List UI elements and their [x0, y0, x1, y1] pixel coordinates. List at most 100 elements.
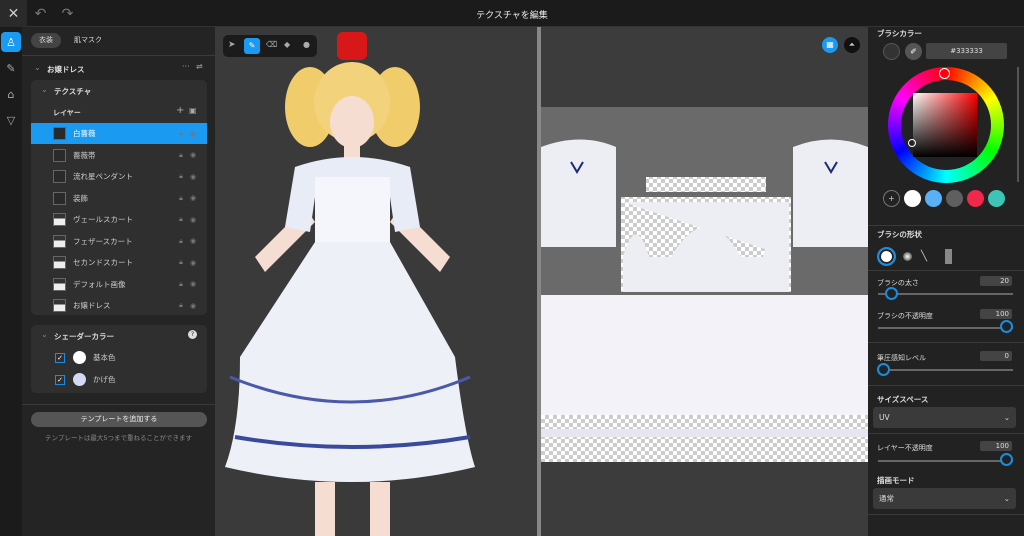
- lock-icon[interactable]: 🔒︎: [175, 280, 187, 289]
- saturation-value-square[interactable]: [913, 93, 977, 157]
- add-swatch-button[interactable]: +: [883, 190, 900, 207]
- layer-row[interactable]: 白薔薇 🔒︎ ◉: [31, 123, 207, 144]
- round-brush-icon[interactable]: [877, 247, 896, 266]
- tab-skin-mask[interactable]: 肌マスク: [66, 33, 110, 48]
- size-space-select[interactable]: UV ⌄: [873, 407, 1016, 428]
- checkbox[interactable]: ✓: [55, 374, 65, 385]
- brush-size-slider[interactable]: [878, 293, 1013, 295]
- layer-row[interactable]: 流れ星ペンダント 🔒︎ ◉: [31, 166, 207, 187]
- 3d-viewport[interactable]: ➤ ✎ ⌫ ◆ ●: [215, 27, 537, 536]
- lock-icon[interactable]: 🔒︎: [175, 172, 187, 181]
- eye-icon[interactable]: ◉: [187, 259, 199, 267]
- eye-icon[interactable]: ◉: [187, 151, 199, 159]
- color-handle[interactable]: [908, 139, 916, 147]
- layer-row[interactable]: デフォルト画像 🔒︎ ◉: [31, 274, 207, 295]
- uv-viewport[interactable]: ▦ ⏶: [541, 27, 868, 536]
- pressure-value[interactable]: 0: [980, 351, 1012, 361]
- pressure-handle[interactable]: [877, 363, 890, 376]
- accessory-icon[interactable]: ▽: [1, 110, 21, 130]
- hue-handle[interactable]: [939, 68, 950, 79]
- texture-brush-icon[interactable]: [945, 249, 952, 264]
- chevron-down-icon[interactable]: ⌄: [41, 330, 48, 339]
- outfit-icon[interactable]: ♙: [1, 32, 21, 52]
- layer-row[interactable]: お嬢ドレス 🔒︎ ◉: [31, 295, 207, 316]
- eyedropper-icon[interactable]: ✐: [905, 43, 922, 60]
- lock-icon[interactable]: 🔒︎: [175, 151, 187, 160]
- shader-color-label: かげ色: [93, 375, 116, 384]
- checkbox[interactable]: ✓: [55, 352, 65, 363]
- chevron-down-icon[interactable]: ⌄: [34, 63, 41, 72]
- brush-color-label: ブラシカラー: [877, 29, 922, 38]
- brush-panel: ブラシカラー ✐ #333333 + ブラシの形状 ╲ ブラシの太さ 20 ブラ…: [868, 27, 1024, 536]
- layer-thumbnail: [53, 234, 66, 248]
- layer-thumbnail: [53, 170, 66, 183]
- layer-name: セカンドスカート: [73, 258, 133, 267]
- pressure-slider[interactable]: [878, 369, 1013, 371]
- layer-row[interactable]: 薔薇帯 🔒︎ ◉: [31, 145, 207, 166]
- add-template-button[interactable]: テンプレートを追加する: [31, 412, 207, 427]
- add-layer-icon[interactable]: +: [176, 105, 184, 116]
- lock-icon[interactable]: 🔒︎: [175, 258, 187, 267]
- brush-opacity-handle[interactable]: [1000, 320, 1013, 333]
- color-swatch[interactable]: [73, 373, 86, 386]
- layer-opacity-value[interactable]: 100: [980, 441, 1012, 451]
- scrollbar[interactable]: [1017, 67, 1019, 182]
- layer-row[interactable]: フェザースカート 🔒︎ ◉: [31, 231, 207, 252]
- brush-opacity-slider[interactable]: [878, 327, 1013, 329]
- layer-row[interactable]: ヴェールスカート 🔒︎ ◉: [31, 209, 207, 230]
- settings-icon[interactable]: ⇌: [196, 62, 203, 71]
- color-swatch[interactable]: [925, 190, 942, 207]
- help-icon[interactable]: ?: [188, 330, 197, 339]
- color-swatch[interactable]: [904, 190, 921, 207]
- uv-grid-icon[interactable]: ▦: [822, 37, 838, 53]
- shader-heading: シェーダーカラー: [54, 332, 114, 341]
- layer-thumbnail: [53, 191, 66, 205]
- lock-icon[interactable]: 🔒︎: [175, 194, 187, 203]
- layer-thumbnail: [53, 127, 66, 140]
- eye-icon[interactable]: ◉: [187, 173, 199, 181]
- color-swatch[interactable]: [967, 190, 984, 207]
- layer-name: 流れ星ペンダント: [73, 172, 133, 181]
- layer-opacity-handle[interactable]: [1000, 453, 1013, 466]
- lock-icon[interactable]: 🔒︎: [175, 237, 187, 246]
- layer-row[interactable]: 装飾 🔒︎ ◉: [31, 188, 207, 209]
- eye-icon[interactable]: ◉: [187, 130, 199, 138]
- model-view-icon[interactable]: ⏶: [844, 37, 860, 53]
- soft-brush-icon[interactable]: [903, 252, 912, 261]
- eye-icon[interactable]: ◉: [187, 216, 199, 224]
- layer-thumbnail: [53, 213, 66, 226]
- layer-name: フェザースカート: [73, 236, 133, 246]
- lock-icon[interactable]: 🔒︎: [175, 129, 187, 138]
- eye-icon[interactable]: ◉: [187, 237, 199, 245]
- more-icon[interactable]: ···: [182, 62, 190, 71]
- lock-icon[interactable]: 🔒︎: [175, 301, 187, 310]
- eye-icon[interactable]: ◉: [187, 280, 199, 288]
- chevron-down-icon[interactable]: ⌄: [41, 85, 48, 94]
- brush-size-handle[interactable]: [885, 287, 898, 300]
- add-image-icon[interactable]: ▣: [189, 106, 197, 115]
- brush-icon[interactable]: ✎: [1, 58, 21, 78]
- eye-icon[interactable]: ◉: [187, 302, 199, 310]
- layer-opacity-slider[interactable]: [878, 460, 1013, 462]
- layer-name: デフォルト画像: [73, 279, 126, 289]
- current-color-swatch[interactable]: [883, 43, 900, 60]
- blend-mode-select[interactable]: 通常 ⌄: [873, 488, 1016, 509]
- clothing-icon[interactable]: ⌂: [1, 84, 21, 104]
- hex-input[interactable]: #333333: [926, 43, 1007, 59]
- color-swatch[interactable]: [988, 190, 1005, 207]
- color-swatch[interactable]: [73, 351, 86, 364]
- brush-size-label: ブラシの太さ: [877, 279, 919, 287]
- line-brush-icon[interactable]: ╲: [921, 251, 927, 262]
- color-swatch[interactable]: [946, 190, 963, 207]
- chevron-down-icon: ⌄: [1003, 413, 1010, 422]
- lock-icon[interactable]: 🔒︎: [175, 215, 187, 224]
- side-rail: ♙ ✎ ⌂ ▽: [0, 27, 22, 536]
- outfit-name: お嬢ドレス: [47, 65, 85, 74]
- brush-size-value[interactable]: 20: [980, 276, 1012, 286]
- layer-row[interactable]: セカンドスカート 🔒︎ ◉: [31, 252, 207, 273]
- tab-outfit[interactable]: 衣装: [31, 33, 61, 48]
- layers-label: レイヤー: [53, 109, 81, 117]
- layer-name: お嬢ドレス: [73, 301, 111, 310]
- brush-opacity-value[interactable]: 100: [980, 309, 1012, 319]
- eye-icon[interactable]: ◉: [187, 194, 199, 202]
